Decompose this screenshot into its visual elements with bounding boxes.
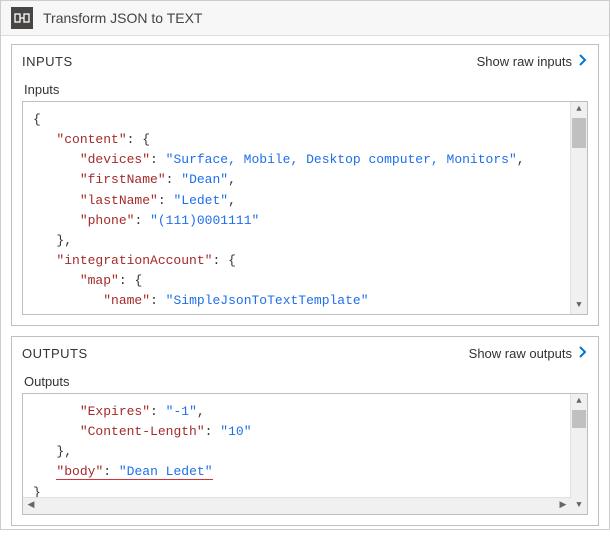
body-highlight: "body": "Dean Ledet": [56, 464, 212, 480]
chevron-right-icon: [578, 345, 588, 362]
liquid-transform-icon: [11, 7, 33, 29]
scroll-left-arrow-icon[interactable]: ◀: [23, 498, 39, 514]
scroll-right-arrow-icon[interactable]: ▶: [555, 498, 571, 514]
title-bar: Transform JSON to TEXT: [1, 1, 609, 36]
vertical-scrollbar[interactable]: ▲ ▼: [570, 102, 587, 314]
show-raw-outputs-label: Show raw outputs: [469, 346, 572, 361]
outputs-panel: OUTPUTS Show raw outputs Outputs "Expire…: [11, 336, 599, 526]
inputs-panel-header: INPUTS Show raw inputs: [12, 45, 598, 74]
scroll-up-arrow-icon[interactable]: ▲: [571, 102, 587, 118]
show-raw-inputs-label: Show raw inputs: [477, 54, 572, 69]
outputs-subtitle: Outputs: [24, 374, 588, 389]
outputs-json-box[interactable]: "Expires": "-1", "Content-Length": "10" …: [22, 393, 588, 515]
chevron-right-icon: [578, 53, 588, 70]
inputs-subtitle: Inputs: [24, 82, 588, 97]
scroll-thumb[interactable]: [572, 410, 586, 428]
transform-run-details: Transform JSON to TEXT INPUTS Show raw i…: [0, 0, 610, 530]
inputs-panel-body: Inputs { "content": { "devices": "Surfac…: [12, 74, 598, 325]
action-title: Transform JSON to TEXT: [43, 10, 202, 26]
show-raw-inputs-link[interactable]: Show raw inputs: [477, 53, 588, 70]
outputs-panel-body: Outputs "Expires": "-1", "Content-Length…: [12, 366, 598, 525]
inputs-json-box[interactable]: { "content": { "devices": "Surface, Mobi…: [22, 101, 588, 315]
horizontal-scrollbar[interactable]: ◀ ▶: [23, 497, 571, 514]
inputs-json-content: { "content": { "devices": "Surface, Mobi…: [33, 110, 569, 311]
outputs-panel-title: OUTPUTS: [22, 346, 88, 361]
vertical-scrollbar[interactable]: ▲ ▼: [570, 394, 587, 514]
scroll-thumb[interactable]: [572, 118, 586, 148]
panels-container: INPUTS Show raw inputs Inputs { "content…: [1, 36, 609, 544]
inputs-panel-title: INPUTS: [22, 54, 73, 69]
scroll-down-arrow-icon[interactable]: ▼: [571, 498, 587, 514]
scroll-down-arrow-icon[interactable]: ▼: [571, 298, 587, 314]
show-raw-outputs-link[interactable]: Show raw outputs: [469, 345, 588, 362]
scroll-up-arrow-icon[interactable]: ▲: [571, 394, 587, 410]
outputs-panel-header: OUTPUTS Show raw outputs: [12, 337, 598, 366]
inputs-panel: INPUTS Show raw inputs Inputs { "content…: [11, 44, 599, 326]
